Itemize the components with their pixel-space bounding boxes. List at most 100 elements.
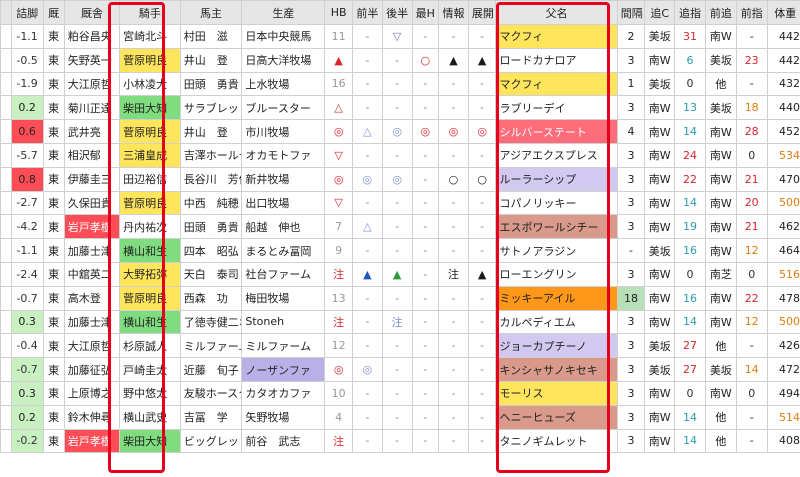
cell-mark bbox=[0, 285, 12, 311]
cell-oic: 南W bbox=[644, 142, 676, 168]
cell-kankaku: 3 bbox=[616, 428, 646, 454]
horse-data-table: 詰脚 厩 厩舎 騎手 馬主 生産 HB 前半 後半 最H 情報 展開 父名 間隔… bbox=[0, 0, 800, 454]
cell-tsumeashi: 0.2 bbox=[10, 404, 44, 430]
col-header-jockey[interactable]: 騎手 bbox=[119, 0, 181, 25]
col-header-hb[interactable]: HB bbox=[324, 0, 353, 25]
cell-jockey: 菅原明良 bbox=[119, 285, 181, 311]
cell-tenkai: ▲ bbox=[467, 47, 497, 73]
cell-zoku: 東 bbox=[42, 261, 65, 287]
cell-zoku: 東 bbox=[42, 166, 65, 192]
col-header-weight[interactable]: 体重 bbox=[766, 0, 800, 25]
cell-saih: - bbox=[411, 333, 440, 359]
cell-oishi: 0 bbox=[674, 380, 706, 406]
cell-oishi: 22 bbox=[674, 166, 706, 192]
cell-oic: 南W bbox=[644, 47, 676, 73]
table-row[interactable]: -1.9 東大江原哲 小林凌大 田頭 勇貴 上水牧場 16- - - - - マクフィ 1 美坂 0 他 -4… bbox=[0, 71, 800, 97]
cell-hb: ◎ bbox=[324, 166, 353, 192]
cell-tenkai: - bbox=[467, 142, 497, 168]
cell-zoku: 東 bbox=[42, 333, 65, 359]
cell-stable: 矢野英一 bbox=[63, 47, 121, 73]
cell-oishi: 27 bbox=[674, 333, 706, 359]
table-row[interactable]: -0.5 東矢野英一 菅原明良 井山 登日高大洋牧場 ▲ - - ○ ▲ ▲ ロードカナロア 3 南W 6… bbox=[0, 47, 800, 73]
table-row[interactable]: -2.4 東中舘英二 大野拓弥 天白 泰司 社台ファーム注 ▲ ▲ - 注 ▲ ローエングリン 3 南W… bbox=[0, 261, 800, 287]
cell-saih: - bbox=[411, 428, 440, 454]
col-header-zenhan[interactable]: 前半 bbox=[351, 0, 383, 25]
col-header-tsumeashi[interactable]: 詰脚 bbox=[10, 0, 44, 25]
cell-oishi: 19 bbox=[674, 214, 706, 240]
cell-maeshi: - bbox=[735, 428, 768, 454]
cell-zoku: 東 bbox=[42, 24, 65, 49]
cell-kohan: ◎ bbox=[381, 119, 413, 144]
cell-kankaku: 3 bbox=[616, 214, 646, 240]
cell-tenkai: - bbox=[467, 309, 497, 335]
cell-mark bbox=[0, 24, 12, 49]
cell-tsumeashi: -1.1 bbox=[10, 238, 44, 263]
table-row[interactable]: -0.7 東高木登 菅原明良 西森 功梅田牧場 13- - - - - ミッキーアイル 18 南W 16… bbox=[0, 285, 800, 311]
cell-saih: ○ bbox=[411, 47, 440, 73]
col-header-saih[interactable]: 最H bbox=[411, 0, 440, 25]
cell-hb: 4 bbox=[324, 404, 353, 430]
cell-sire: モーリス bbox=[495, 380, 618, 406]
col-header-tenkai[interactable]: 展開 bbox=[467, 0, 497, 25]
cell-zoku: 東 bbox=[42, 238, 65, 263]
cell-zenhan: - bbox=[351, 380, 383, 406]
table-row[interactable]: -1.1 東加藤士津 横山和生 四本 昭弘 まるとみ冨岡 9- - - - - サトノアラジン - 美坂… bbox=[0, 238, 800, 263]
table-row[interactable]: 0.8東伊藤圭三田辺裕信長谷川 芳信新井牧場◎◎◎-○○ルーラーシップ3南W22… bbox=[0, 166, 800, 192]
table-row[interactable]: 0.3東加藤士津横山和生了徳寺健二ホStoneh注-注---カルペディエム3南W… bbox=[0, 309, 800, 335]
col-header-kankaku[interactable]: 間隔 bbox=[616, 0, 646, 25]
cell-tsumeashi: -5.7 bbox=[10, 142, 44, 168]
col-header-oishi[interactable]: 追指 bbox=[674, 0, 706, 25]
cell-joho: ○ bbox=[438, 166, 469, 192]
col-header-owner[interactable]: 馬主 bbox=[179, 0, 243, 25]
cell-jockey: 杉原誠人 bbox=[119, 333, 181, 359]
cell-owner: 了徳寺健二ホ bbox=[179, 309, 243, 335]
col-header-stable[interactable]: 厩舎 bbox=[63, 0, 121, 25]
col-header-joho[interactable]: 情報 bbox=[438, 0, 469, 25]
table-row[interactable]: -0.4東大江原哲杉原誠人ミルファームミルファーム12-----ジョーカプチーノ… bbox=[0, 333, 800, 359]
cell-kankaku: 2 bbox=[616, 24, 646, 49]
col-header-breeder[interactable]: 生産 bbox=[241, 0, 326, 25]
col-header-kohan[interactable]: 後半 bbox=[381, 0, 413, 25]
cell-maeoi: 南芝 bbox=[704, 261, 737, 287]
cell-hb: 注 bbox=[324, 261, 353, 287]
table-row[interactable]: 0.2東菊川正達柴田大知サラブレッドブルースター△-----ラブリーデイ3南W1… bbox=[0, 95, 800, 121]
table-row[interactable]: -5.7東相沢郁三浦皇成吉澤ホールデオカモトファ▽-----アジアエクスプレス3… bbox=[0, 142, 800, 168]
table-row[interactable]: 0.2 東鈴木伸尋 横山武史 吉冨 学矢野牧場 4- - - - - ヘニーヒューズ 3 南W 14 他 -… bbox=[0, 404, 800, 430]
cell-joho: - bbox=[438, 285, 469, 311]
cell-stable: 加藤士津 bbox=[63, 309, 121, 335]
cell-oic: 南W bbox=[644, 214, 676, 240]
cell-maeshi: 22 bbox=[735, 285, 768, 311]
cell-oishi: 27 bbox=[674, 357, 706, 382]
table-row[interactable]: -0.7 東加藤征弘 戸崎圭太 近藤 旬子 ノーザンファ ◎ ◎ - - - - キンシャサノキセキ 3… bbox=[0, 357, 800, 382]
cell-oishi: 14 bbox=[674, 404, 706, 430]
col-header-maeoi[interactable]: 前追 bbox=[704, 0, 737, 25]
cell-jockey: 菅原明良 bbox=[119, 47, 181, 73]
cell-saih: - bbox=[411, 261, 440, 287]
cell-weight: 442 bbox=[766, 47, 800, 73]
col-header-zoku[interactable]: 厩 bbox=[42, 0, 65, 25]
cell-jockey: 菅原明良 bbox=[119, 119, 181, 144]
cell-tenkai: - bbox=[467, 238, 497, 263]
cell-maeshi: - bbox=[735, 404, 768, 430]
cell-kohan: - bbox=[381, 142, 413, 168]
cell-breeder: ミルファーム bbox=[241, 333, 326, 359]
cell-maeshi: - bbox=[735, 71, 768, 97]
cell-maeoi: 南W bbox=[704, 238, 737, 263]
cell-zenhan: - bbox=[351, 285, 383, 311]
cell-hb: △ bbox=[324, 95, 353, 121]
cell-oishi: 24 bbox=[674, 142, 706, 168]
table-row[interactable]: -0.2東岩戸孝樹柴田大知ビッグレッド前谷 武志注-----タニノギムレット3南… bbox=[0, 428, 800, 454]
col-header-oic[interactable]: 追C bbox=[644, 0, 676, 25]
cell-jockey: 小林凌大 bbox=[119, 71, 181, 97]
table-row[interactable]: -2.7 東久保田貴 菅原明良 中西 純穂 出口牧場 ▽ - - - - - コパノリッキー 3 南W 14… bbox=[0, 190, 800, 216]
table-row[interactable]: -1.1 東粕谷昌央 宮崎北斗 村田 滋日本中央競馬 11- ▽ - - - マクフィ 2 美坂 31 南… bbox=[0, 24, 800, 49]
table-row[interactable]: 0.6 東武井亮 菅原明良 井山 登市川牧場 ◎ △ ◎ ◎ ◎ ◎ シルバーステート 4 南W 14 南W… bbox=[0, 119, 800, 144]
cell-kankaku: 3 bbox=[616, 261, 646, 287]
table-row[interactable]: 0.3東上原博之野中悠太友駿ホースクカタオカファ10-----モーリス3南W0南… bbox=[0, 380, 800, 406]
cell-maeoi: 他 bbox=[704, 428, 737, 454]
cell-jockey: 横山武史 bbox=[119, 404, 181, 430]
col-header-maeshi[interactable]: 前指 bbox=[735, 0, 768, 25]
col-header-sire[interactable]: 父名 bbox=[495, 0, 618, 25]
cell-tsumeashi: -1.9 bbox=[10, 71, 44, 97]
table-row[interactable]: -4.2 東岩戸孝樹 丹内祐次 田頭 勇貴 船越 伸也 7 △ - - - - エスポワールシチー 3 南… bbox=[0, 214, 800, 240]
